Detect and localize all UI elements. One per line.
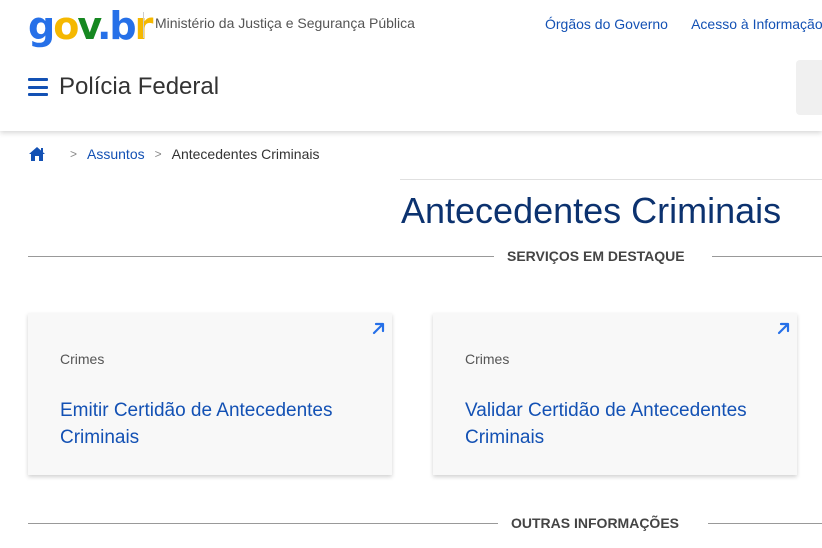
card-category: Crimes: [60, 351, 105, 367]
card-category: Crimes: [465, 351, 510, 367]
section-heading-featured: SERVIÇOS EM DESTAQUE: [28, 246, 822, 266]
header-divider: [143, 12, 144, 38]
breadcrumb-separator: >: [154, 147, 162, 161]
card-title[interactable]: Emitir Certidão de Antecedentes Criminai…: [60, 397, 360, 451]
search-input[interactable]: [796, 60, 822, 115]
hamburger-menu-icon[interactable]: [28, 78, 48, 96]
govbr-logo[interactable]: gov.br: [28, 4, 153, 48]
home-icon[interactable]: [28, 146, 46, 162]
card-title[interactable]: Validar Certidão de Antecedentes Crimina…: [465, 397, 765, 451]
breadcrumb-separator: >: [70, 147, 78, 161]
site-header: gov.br Ministério da Justiça e Segurança…: [0, 0, 822, 131]
section-label-featured: SERVIÇOS EM DESTAQUE: [507, 248, 685, 264]
link-acesso-informacao[interactable]: Acesso à Informação: [691, 16, 822, 32]
section-heading-other: OUTRAS INFORMAÇÕES: [28, 513, 822, 533]
section-label-other: OUTRAS INFORMAÇÕES: [511, 515, 679, 531]
section-line-right: [712, 256, 822, 257]
link-orgaos-governo[interactable]: Órgãos do Governo: [545, 16, 668, 32]
external-link-icon: [372, 322, 385, 335]
section-line-left: [28, 523, 498, 524]
service-card-emitir[interactable]: Crimes Emitir Certidão de Antecedentes C…: [28, 313, 392, 475]
external-link-icon: [777, 322, 790, 335]
top-links: Órgãos do Governo Acesso à Informação: [545, 16, 822, 32]
breadcrumb-current: Antecedentes Criminais: [171, 146, 320, 162]
ministry-name: Ministério da Justiça e Segurança Públic…: [155, 15, 415, 31]
breadcrumb-divider: [400, 179, 822, 180]
section-line-right: [708, 523, 822, 524]
section-line-left: [28, 256, 494, 257]
breadcrumb-link-assuntos[interactable]: Assuntos: [87, 146, 145, 162]
page-title: Antecedentes Criminais: [401, 190, 782, 231]
site-title[interactable]: Polícia Federal: [59, 73, 219, 101]
service-card-validar[interactable]: Crimes Validar Certidão de Antecedentes …: [433, 313, 797, 475]
breadcrumb: > Assuntos > Antecedentes Criminais: [28, 146, 319, 162]
